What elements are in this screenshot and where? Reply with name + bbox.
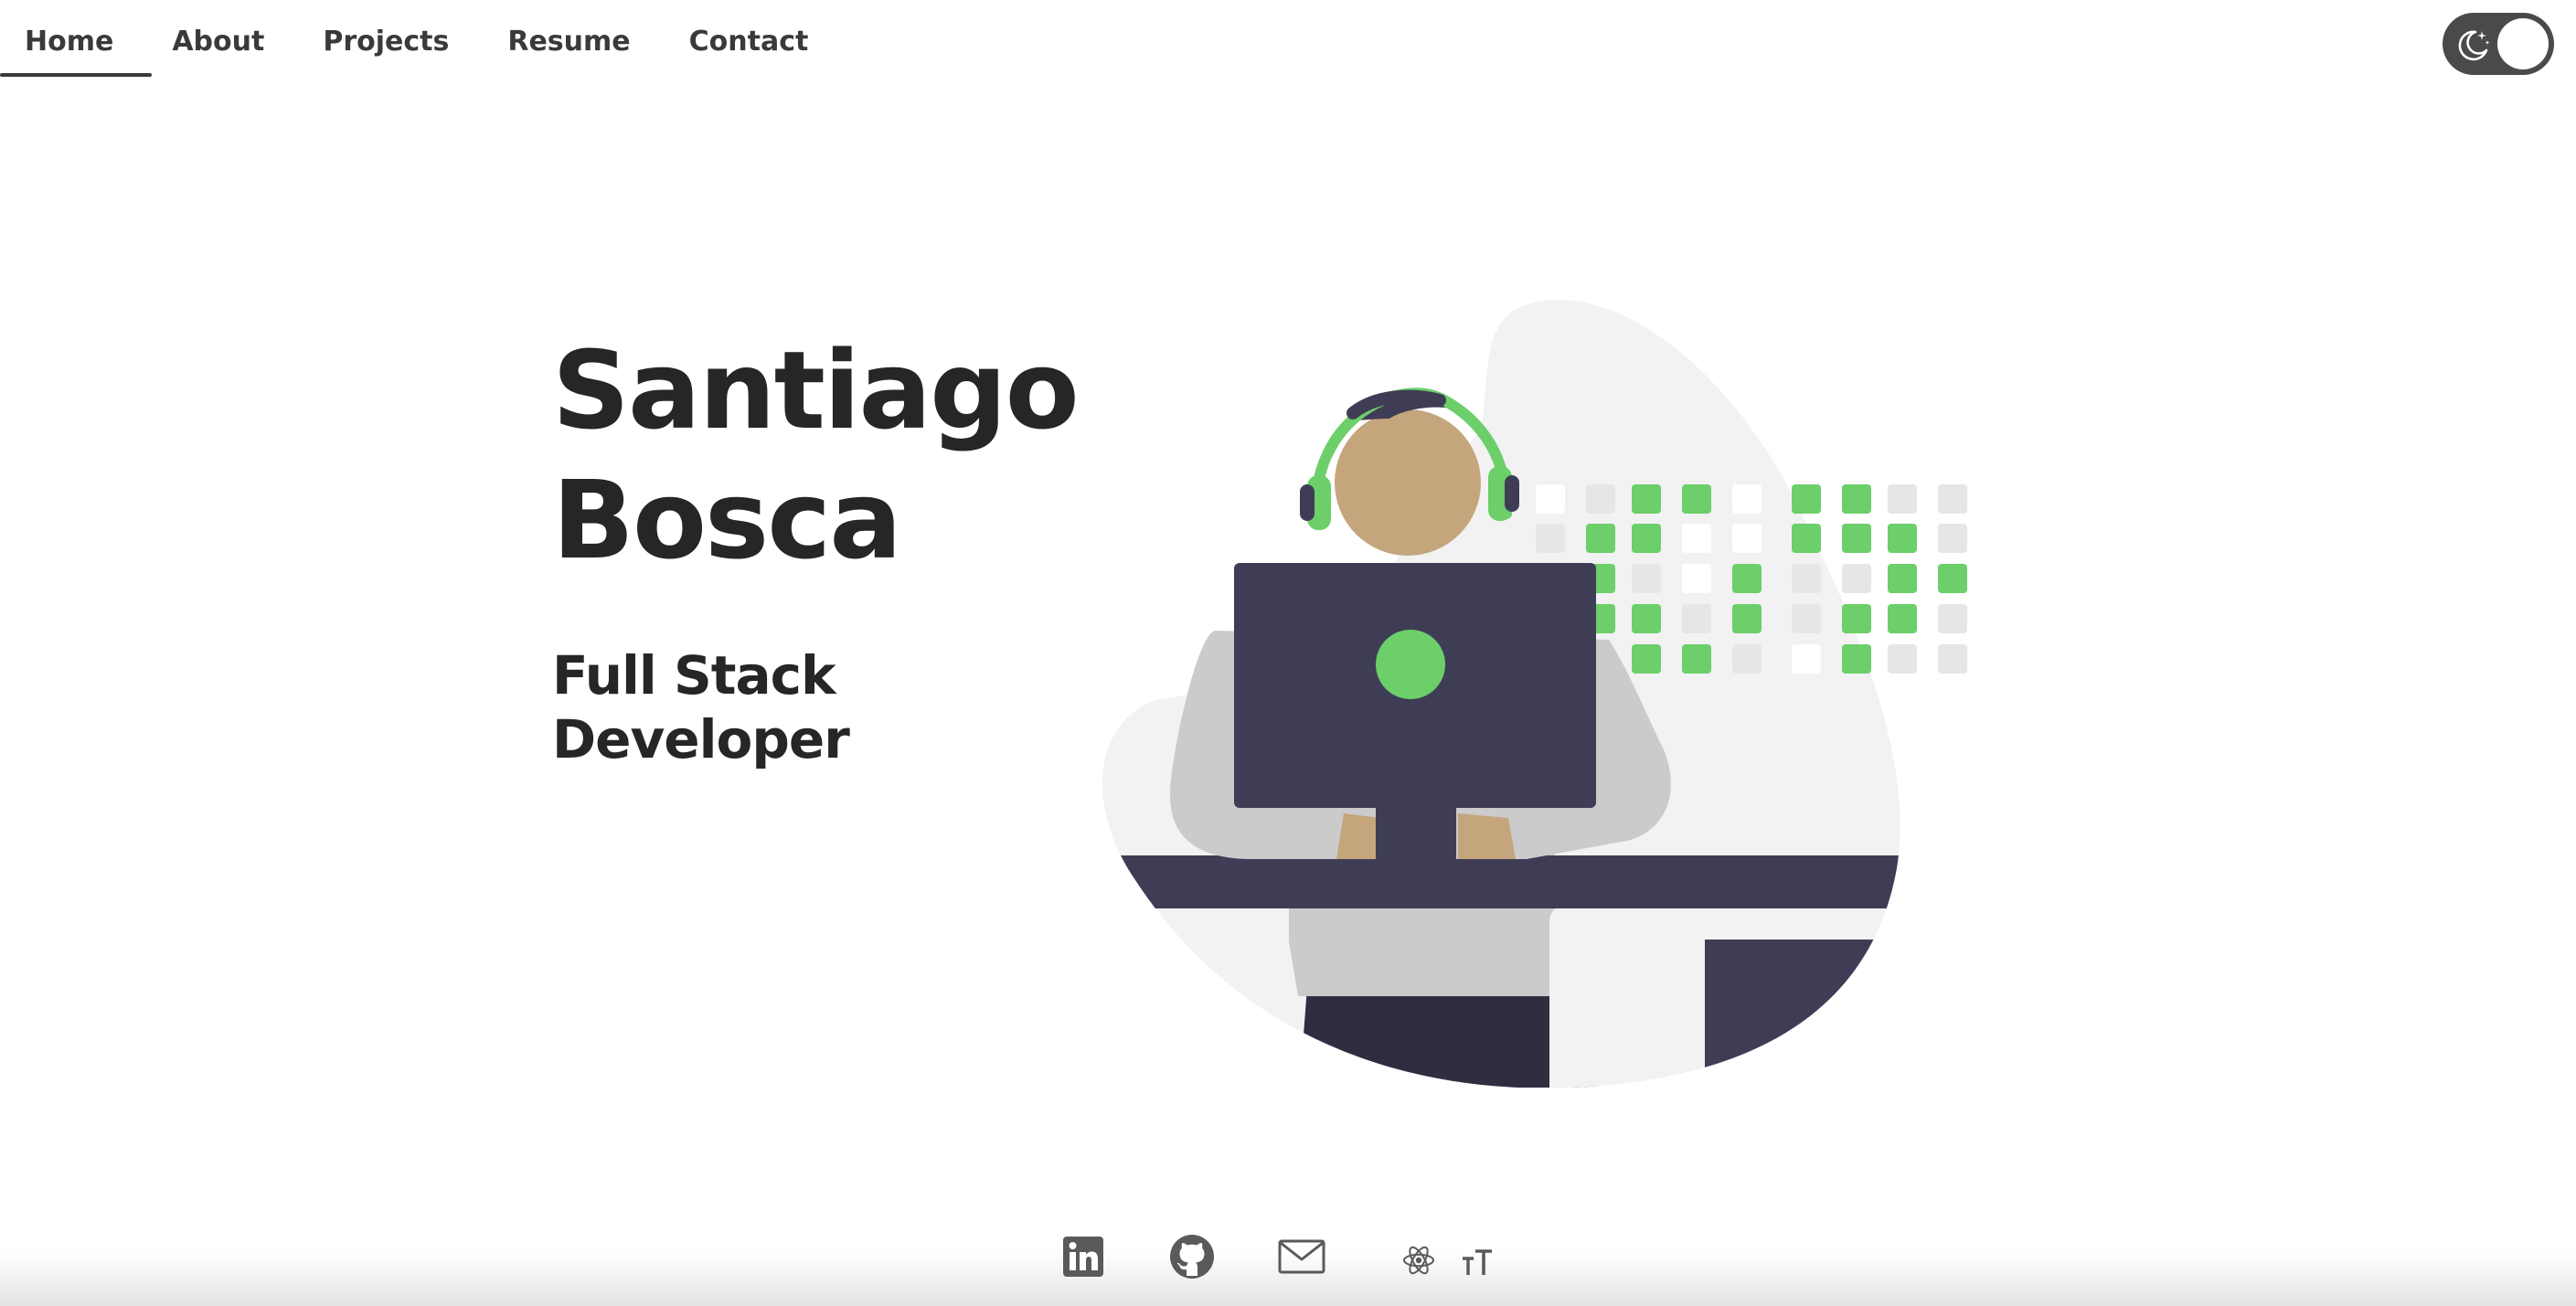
theme-toggle[interactable] bbox=[2443, 13, 2554, 75]
nav-item-label: About bbox=[172, 25, 265, 58]
main-nav: Home About Projects Resume Contact bbox=[0, 0, 837, 82]
nav-item-resume[interactable]: Resume bbox=[478, 0, 659, 82]
hero-name-last: Bosca bbox=[552, 457, 902, 583]
nav-item-contact[interactable]: Contact bbox=[660, 0, 838, 82]
hero-name-first: Santiago bbox=[552, 327, 1080, 453]
font-size-icon bbox=[1463, 1249, 1492, 1275]
toggle-knob bbox=[2497, 18, 2549, 69]
nav-item-label: Home bbox=[25, 25, 114, 58]
nav-item-projects[interactable]: Projects bbox=[293, 0, 478, 82]
developer-at-desk-illustration bbox=[1102, 300, 1967, 1088]
nav-item-label: Projects bbox=[323, 25, 450, 58]
linkedin-link[interactable] bbox=[1060, 1229, 1106, 1284]
github-icon bbox=[1170, 1235, 1214, 1279]
font-size-button[interactable] bbox=[1459, 1235, 1496, 1290]
hero-role-line1: Full Stack bbox=[552, 644, 836, 706]
nav-item-label: Resume bbox=[507, 25, 631, 58]
react-icon bbox=[1403, 1246, 1434, 1275]
mail-icon bbox=[1278, 1239, 1325, 1274]
moon-stars-icon bbox=[2458, 30, 2490, 61]
hero-name: Santiago Bosca bbox=[552, 325, 1080, 585]
hero-role-line2: Developer bbox=[552, 708, 850, 770]
linkedin-icon bbox=[1063, 1237, 1103, 1277]
github-link[interactable] bbox=[1168, 1229, 1216, 1284]
nav-item-about[interactable]: About bbox=[143, 0, 293, 82]
page: Home About Projects Resume Contact Santi… bbox=[0, 0, 2576, 1306]
email-link[interactable] bbox=[1278, 1229, 1325, 1284]
hero-role: Full Stack Developer bbox=[552, 643, 850, 771]
footer bbox=[0, 1229, 2576, 1293]
nav-item-home[interactable]: Home bbox=[0, 0, 153, 82]
nav-item-label: Contact bbox=[688, 25, 809, 58]
react-badge bbox=[1400, 1233, 1437, 1288]
